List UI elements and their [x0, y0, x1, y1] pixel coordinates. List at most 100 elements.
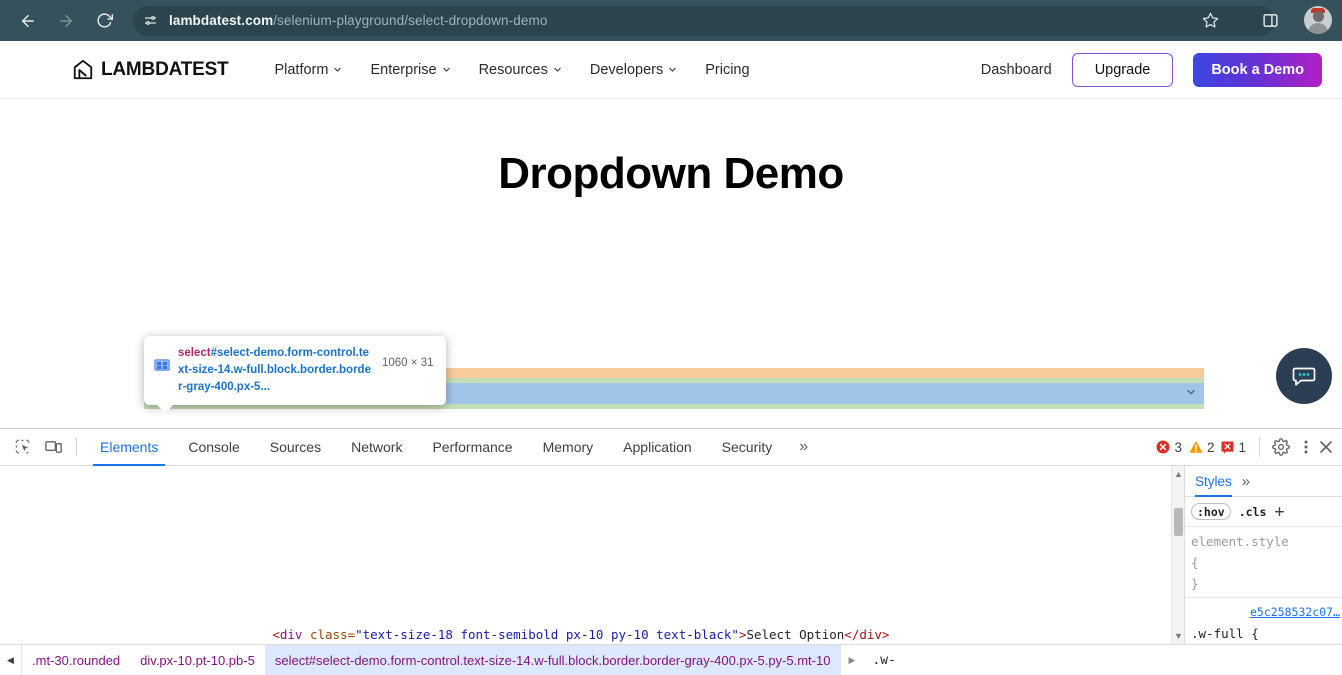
breadcrumb-scroll-left[interactable]: ◀: [0, 645, 22, 675]
nav-item-pricing[interactable]: Pricing: [705, 62, 749, 78]
warning-count[interactable]: 2: [1189, 440, 1215, 455]
tab-application[interactable]: Application: [608, 429, 707, 466]
browser-toolbar: lambdatest.com/selenium-playground/selec…: [0, 0, 1342, 41]
chevron-down-icon: [668, 65, 677, 74]
nav-item-developers[interactable]: Developers: [590, 62, 677, 78]
devtools-panel: Elements Console Sources Network Perform…: [0, 428, 1342, 675]
dom-line-select-option-div[interactable]: <div class="text-size-18 font-semibold p…: [0, 596, 1184, 622]
inspect-element-icon: [14, 438, 33, 457]
tab-performance[interactable]: Performance: [417, 429, 527, 466]
reload-button[interactable]: [89, 6, 119, 36]
toggle-element-state-button[interactable]: :hov: [1191, 503, 1231, 520]
dom-close-tag: </div>: [844, 627, 889, 642]
device-toolbar-button[interactable]: [38, 433, 68, 461]
devtools-toolbar-right: 3 2 1: [1156, 433, 1342, 461]
dom-text: Select Option: [746, 627, 844, 642]
more-options-button[interactable]: [1296, 433, 1316, 461]
dom-value: "text-size-18 font-semibold px-10 py-10 …: [355, 627, 739, 642]
tab-security[interactable]: Security: [707, 429, 788, 466]
scroll-down-icon[interactable]: ▼: [1174, 631, 1183, 641]
web-page-viewport: LAMBDATEST Platform Enterprise Resources…: [0, 41, 1342, 428]
reload-icon: [96, 12, 113, 29]
tooltip-tag-name: select: [178, 347, 211, 359]
tab-elements[interactable]: Elements: [85, 429, 173, 466]
address-bar[interactable]: lambdatest.com/selenium-playground/selec…: [133, 6, 1275, 36]
error-count-value: 3: [1174, 440, 1182, 455]
lambdatest-logo-icon: [72, 59, 94, 81]
breadcrumb-item-0[interactable]: .mt-30.rounded: [22, 645, 130, 675]
site-header: LAMBDATEST Platform Enterprise Resources…: [0, 41, 1342, 99]
breadcrumb-scroll-right[interactable]: ▶: [840, 645, 862, 675]
devtools-toolbar: Elements Console Sources Network Perform…: [0, 429, 1342, 466]
nav-item-resources[interactable]: Resources: [479, 62, 562, 78]
warning-icon: [1189, 440, 1203, 454]
dom-line-container-div[interactable]: <div <div class="mt-30 rounded">: [0, 518, 1184, 544]
gear-icon: [1272, 438, 1290, 456]
lambdatest-logo[interactable]: LAMBDATEST: [72, 59, 228, 81]
nav-label: Resources: [479, 62, 548, 78]
issue-icon: [1221, 441, 1234, 454]
scroll-up-icon[interactable]: ▲: [1174, 469, 1183, 479]
element-style-rule[interactable]: element.style { }: [1185, 527, 1342, 598]
chevron-down-icon: [1186, 387, 1196, 397]
style-rule-selector[interactable]: .w-full {: [1191, 623, 1342, 644]
dashboard-link[interactable]: Dashboard: [981, 62, 1052, 78]
nav-label: Platform: [274, 62, 328, 78]
chat-support-button[interactable]: [1276, 348, 1332, 404]
main-navigation: Platform Enterprise Resources Developers…: [274, 62, 749, 78]
element-style-brace-open: {: [1191, 552, 1342, 573]
tab-styles[interactable]: Styles: [1195, 466, 1232, 497]
dom-attr: class=: [310, 627, 355, 642]
side-panel-button[interactable]: [1256, 6, 1284, 34]
avatar-head: [1313, 11, 1324, 22]
book-a-demo-button[interactable]: Book a Demo: [1193, 53, 1322, 87]
element-style-selector: element.style: [1191, 531, 1342, 552]
nav-item-enterprise[interactable]: Enterprise: [370, 62, 450, 78]
w-full-style-rule[interactable]: e5c258532c07… .w-full {: [1185, 598, 1342, 647]
element-classes-button[interactable]: .cls: [1239, 505, 1267, 519]
screenshot-root: lambdatest.com/selenium-playground/selec…: [0, 0, 1342, 675]
scrollbar-thumb[interactable]: [1174, 508, 1183, 536]
dom-scrollbar[interactable]: ▲ ▼: [1171, 466, 1184, 644]
new-style-rule-button[interactable]: +: [1274, 502, 1284, 522]
nav-label: Pricing: [705, 62, 749, 78]
breadcrumb-item-2[interactable]: select#select-demo.form-control.text-siz…: [265, 645, 841, 675]
error-icon: [1156, 440, 1170, 454]
element-style-brace-close: }: [1191, 573, 1342, 594]
close-devtools-button[interactable]: [1316, 433, 1336, 461]
toolbar-divider-2: [1259, 437, 1260, 457]
tab-network[interactable]: Network: [336, 429, 417, 466]
devtools-tab-bar: Elements Console Sources Network Perform…: [85, 429, 820, 466]
breadcrumb-trailing: .w-: [862, 645, 905, 675]
forward-button[interactable]: [51, 6, 81, 36]
style-source-link[interactable]: e5c258532c07…: [1250, 602, 1340, 623]
tooltip-dimensions: 1060 × 31: [382, 357, 433, 369]
issue-count[interactable]: 1: [1221, 440, 1246, 455]
inspect-element-button[interactable]: [8, 433, 38, 461]
url-text: lambdatest.com/selenium-playground/selec…: [169, 13, 547, 28]
tooltip-selector: select#select-demo.form-control.text-siz…: [178, 345, 374, 396]
breadcrumb-item-1[interactable]: div.px-10.pt-10.pb-5: [130, 645, 265, 675]
bookmark-button[interactable]: [1196, 6, 1224, 34]
url-domain: lambdatest.com: [169, 13, 273, 28]
settings-button[interactable]: [1266, 433, 1296, 461]
tab-sources[interactable]: Sources: [255, 429, 336, 466]
breadcrumb: ◀ .mt-30.rounded div.px-10.pt-10.pb-5 se…: [0, 644, 1342, 675]
upgrade-button[interactable]: Upgrade: [1072, 53, 1174, 87]
tab-memory[interactable]: Memory: [528, 429, 609, 466]
nav-item-platform[interactable]: Platform: [274, 62, 342, 78]
back-button[interactable]: [13, 6, 43, 36]
profile-avatar[interactable]: [1304, 6, 1332, 34]
tab-console[interactable]: Console: [173, 429, 254, 466]
more-tabs-button[interactable]: »: [787, 438, 820, 456]
url-path: /selenium-playground/select-dropdown-dem…: [273, 13, 547, 28]
nav-label: Developers: [590, 62, 663, 78]
logo-text: LAMBDATEST: [101, 59, 228, 81]
styles-tab-bar: Styles »: [1185, 466, 1342, 497]
page-title: Dropdown Demo: [0, 149, 1342, 199]
styles-more-tabs-button[interactable]: »: [1242, 473, 1250, 490]
issue-count-value: 1: [1238, 440, 1246, 455]
site-settings-icon[interactable]: [139, 10, 161, 32]
chevron-down-icon: [553, 65, 562, 74]
error-count[interactable]: 3: [1156, 440, 1182, 455]
